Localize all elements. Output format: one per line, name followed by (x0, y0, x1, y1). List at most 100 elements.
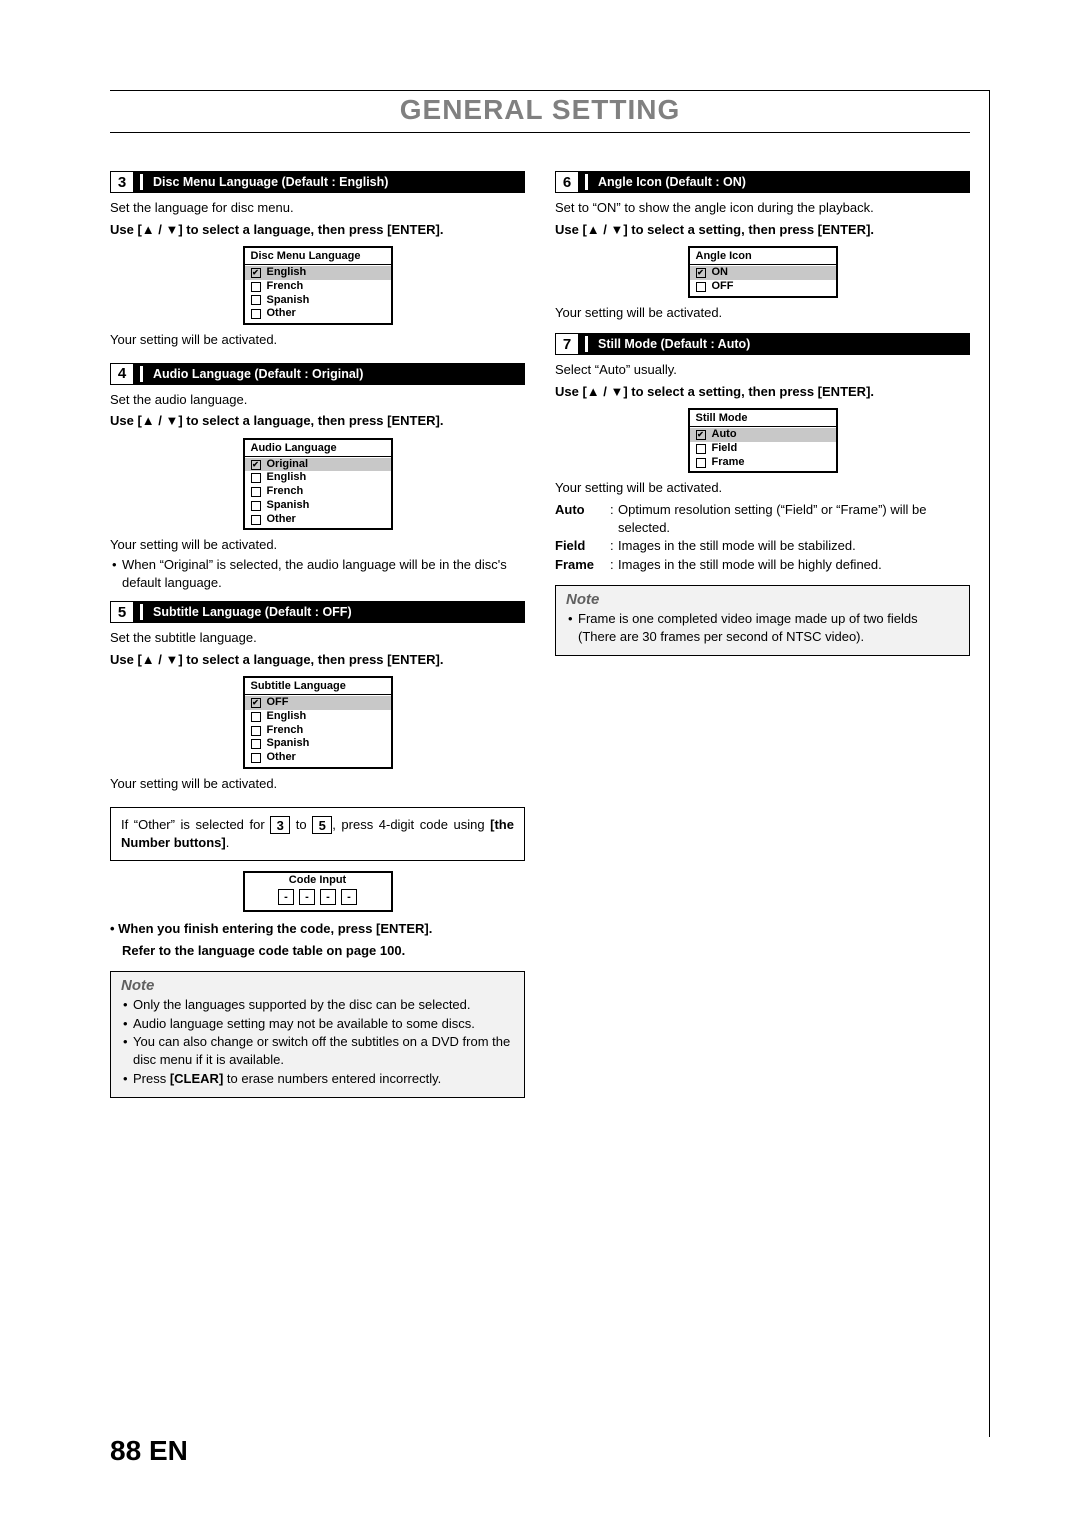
inline-step-number: 5 (312, 816, 332, 834)
menu-item[interactable]: Field (690, 442, 836, 456)
code-digit[interactable]: - (278, 889, 294, 905)
menu-item[interactable]: Spanish (245, 737, 391, 751)
note-item: Only the languages supported by the disc… (121, 996, 514, 1014)
menu-item-label: OFF (712, 280, 734, 294)
menu-item-label: Auto (712, 428, 737, 442)
definition-desc: Images in the still mode will be stabili… (618, 537, 970, 555)
menu-items: Auto Field Frame (690, 427, 836, 471)
note-label: Note (566, 591, 959, 608)
activated-text: Your setting will be activated. (110, 775, 525, 793)
bullet-list: When “Original” is selected, the audio l… (110, 556, 525, 591)
intro-text: Select “Auto” usually. (555, 361, 970, 379)
checkbox-icon (251, 501, 261, 511)
menu-item[interactable]: OFF (690, 280, 836, 294)
activated-text: Your setting will be activated. (110, 536, 525, 554)
text: If “Other” is selected for (121, 817, 270, 832)
instruction-text: Use [▲ / ▼] to select a language, then p… (110, 651, 525, 669)
page-lang: EN (149, 1435, 188, 1466)
checkbox-icon (696, 268, 706, 278)
checkbox-icon (251, 515, 261, 525)
section-number: 3 (110, 171, 134, 193)
menu-item[interactable]: Original (245, 458, 391, 472)
definition-row: Auto : Optimum resolution setting (“Fiel… (555, 501, 970, 536)
code-digit[interactable]: - (341, 889, 357, 905)
note-item: Audio language setting may not be availa… (121, 1015, 514, 1033)
checkbox-icon (251, 460, 261, 470)
menu-item[interactable]: English (245, 710, 391, 724)
activated-text: Your setting will be activated. (555, 304, 970, 322)
menu-items: OFF English French Spanish Other (245, 695, 391, 767)
menu-item[interactable]: English (245, 266, 391, 280)
section-title-text: Still Mode (Default : Auto) (598, 337, 750, 351)
colon: : (610, 537, 618, 555)
checkbox-icon (251, 753, 261, 763)
menu-angle-icon: Angle Icon ON OFF (688, 246, 838, 298)
menu-title: Still Mode (690, 410, 836, 427)
menu-item[interactable]: French (245, 485, 391, 499)
checkbox-icon (251, 739, 261, 749)
instruction-text: Use [▲ / ▼] to select a language, then p… (110, 221, 525, 239)
section-title-bar: Angle Icon (Default : ON) (579, 171, 970, 193)
menu-item[interactable]: French (245, 280, 391, 294)
colon: : (610, 556, 618, 574)
menu-title: Disc Menu Language (245, 248, 391, 265)
section-number: 6 (555, 171, 579, 193)
definition-term: Frame (555, 556, 610, 574)
note-list: Only the languages supported by the disc… (121, 996, 514, 1087)
checkbox-icon (251, 698, 261, 708)
menu-title: Audio Language (245, 440, 391, 457)
note-item: Frame is one completed video image made … (566, 610, 959, 645)
inline-step-number: 3 (270, 816, 290, 834)
checkbox-icon (251, 309, 261, 319)
section-header-6: 6 Angle Icon (Default : ON) (555, 171, 970, 193)
menu-item-label: Field (712, 442, 738, 456)
instruction-text: Use [▲ / ▼] to select a language, then p… (110, 412, 525, 430)
checkbox-icon (251, 268, 261, 278)
section-title-text: Angle Icon (Default : ON) (598, 175, 746, 189)
checkbox-icon (696, 430, 706, 440)
menu-item[interactable]: Auto (690, 428, 836, 442)
menu-item[interactable]: English (245, 471, 391, 485)
checkbox-icon (696, 282, 706, 292)
page-rule-top (110, 90, 990, 91)
menu-item-label: Other (267, 307, 296, 321)
menu-item[interactable]: Other (245, 513, 391, 527)
menu-title: Angle Icon (690, 248, 836, 265)
menu-item[interactable]: French (245, 724, 391, 738)
section-header-7: 7 Still Mode (Default : Auto) (555, 333, 970, 355)
note-list: Frame is one completed video image made … (566, 610, 959, 645)
instruction-text: Use [▲ / ▼] to select a setting, then pr… (555, 221, 970, 239)
menu-items: ON OFF (690, 265, 836, 296)
code-digit[interactable]: - (320, 889, 336, 905)
other-code-note: If “Other” is selected for 3 to 5, press… (110, 807, 525, 862)
menu-item[interactable]: Frame (690, 456, 836, 470)
menu-disc-language: Disc Menu Language English French Spanis… (243, 246, 393, 325)
text: . (226, 835, 230, 850)
menu-item[interactable]: OFF (245, 696, 391, 710)
menu-item[interactable]: Spanish (245, 499, 391, 513)
enter-instruction-line1: • When you finish entering the code, pre… (110, 920, 525, 938)
menu-item[interactable]: Other (245, 307, 391, 321)
section-header-3: 3 Disc Menu Language (Default : English) (110, 171, 525, 193)
section-header-5: 5 Subtitle Language (Default : OFF) (110, 601, 525, 623)
menu-item[interactable]: Spanish (245, 294, 391, 308)
checkbox-icon (251, 282, 261, 292)
section-title-text: Subtitle Language (Default : OFF) (153, 605, 352, 619)
menu-item[interactable]: ON (690, 266, 836, 280)
intro-text: Set to “ON” to show the angle icon durin… (555, 199, 970, 217)
menu-item[interactable]: Other (245, 751, 391, 765)
code-input-title: Code Input (245, 873, 391, 887)
menu-item-label: French (267, 280, 304, 294)
bullet-item: When “Original” is selected, the audio l… (110, 556, 525, 591)
section-title-text: Audio Language (Default : Original) (153, 367, 363, 381)
colon: : (610, 501, 618, 536)
menu-subtitle-language: Subtitle Language OFF English French Spa… (243, 676, 393, 769)
content-columns: 3 Disc Menu Language (Default : English)… (90, 163, 990, 1098)
menu-items: English French Spanish Other (245, 265, 391, 323)
code-input-box: Code Input - - - - (243, 871, 393, 912)
text: Press (133, 1071, 170, 1086)
definition-row: Frame : Images in the still mode will be… (555, 556, 970, 574)
checkbox-icon (251, 487, 261, 497)
bold-text: [CLEAR] (170, 1071, 223, 1086)
code-digit[interactable]: - (299, 889, 315, 905)
